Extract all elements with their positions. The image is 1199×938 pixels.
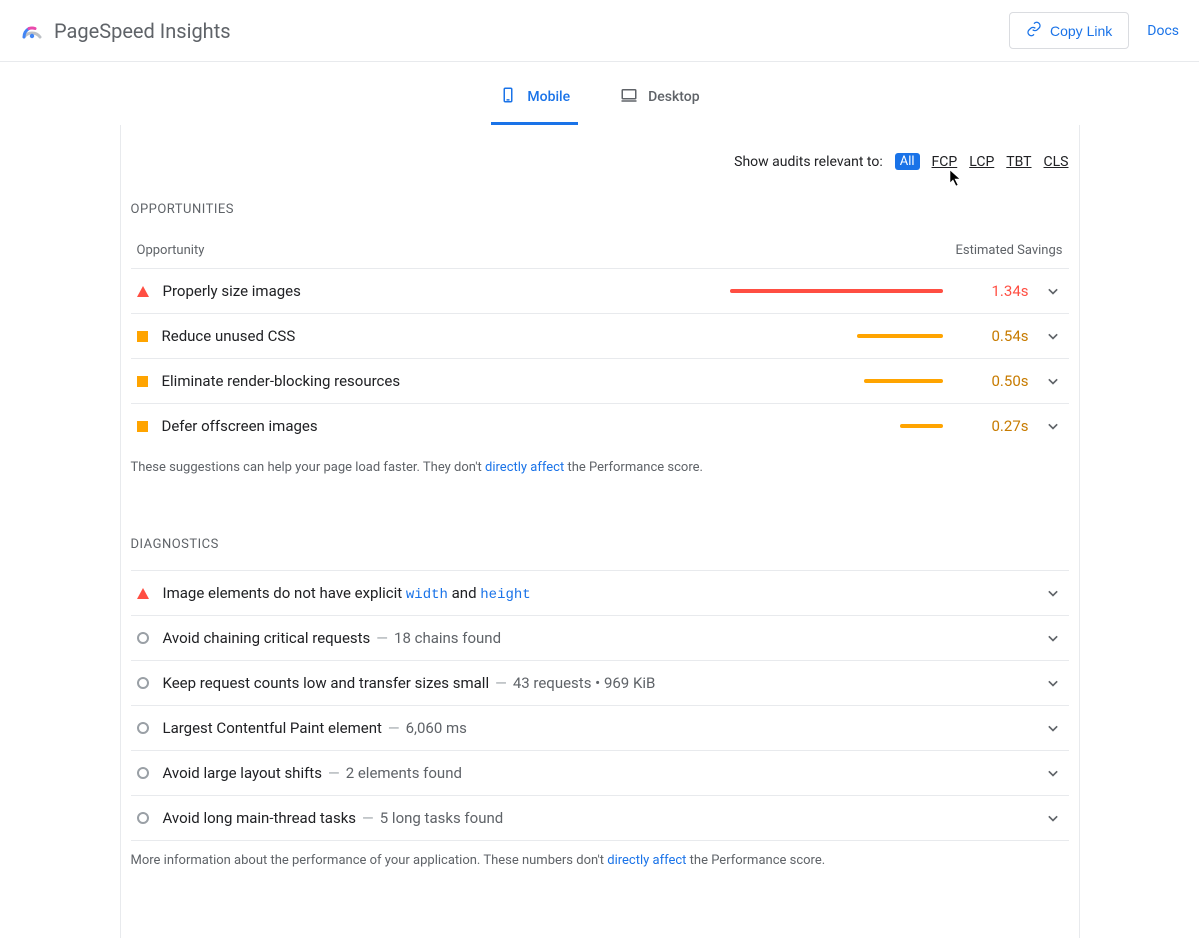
opportunity-row[interactable]: Properly size images 1.34s <box>131 268 1069 313</box>
tab-mobile-label: Mobile <box>527 89 570 105</box>
savings-bar <box>730 379 943 383</box>
circle-icon <box>137 812 149 824</box>
directly-affect-link[interactable]: directly affect <box>607 853 686 868</box>
opportunities-columns: Opportunity Estimated Savings <box>131 225 1069 268</box>
savings-bar <box>730 289 943 293</box>
circle-icon <box>137 677 149 689</box>
opportunity-row[interactable]: Reduce unused CSS 0.54s <box>131 313 1069 358</box>
opportunity-title: Properly size images <box>163 282 716 300</box>
diagnostic-row[interactable]: Avoid chaining critical requests—18 chai… <box>131 615 1069 660</box>
chevron-down-icon[interactable] <box>1043 763 1063 783</box>
chevron-down-icon[interactable] <box>1043 673 1063 693</box>
chevron-down-icon[interactable] <box>1043 281 1063 301</box>
filter-tbt[interactable]: TBT <box>1006 154 1031 170</box>
diagnostic-row[interactable]: Largest Contentful Paint element—6,060 m… <box>131 705 1069 750</box>
diagnostic-row[interactable]: Avoid long main-thread tasks—5 long task… <box>131 795 1069 841</box>
savings-bar <box>730 424 943 428</box>
savings-value: 1.34s <box>977 282 1029 300</box>
code-height: height <box>480 587 530 603</box>
app-name: PageSpeed Insights <box>54 19 231 43</box>
chevron-down-icon[interactable] <box>1043 628 1063 648</box>
circle-icon <box>137 722 149 734</box>
report-container: Show audits relevant to: All FCP LCP TBT… <box>120 125 1080 938</box>
chevron-down-icon[interactable] <box>1043 808 1063 828</box>
diagnostic-title: Keep request counts low and transfer siz… <box>163 674 1029 692</box>
copy-link-button[interactable]: Copy Link <box>1009 12 1129 49</box>
square-icon <box>137 376 148 387</box>
device-tabs: Mobile Desktop <box>0 62 1199 125</box>
diagnostic-row[interactable]: Keep request counts low and transfer siz… <box>131 660 1069 705</box>
filter-label: Show audits relevant to: <box>734 154 883 170</box>
code-width: width <box>406 587 448 603</box>
filter-lcp[interactable]: LCP <box>969 154 994 170</box>
savings-bar <box>730 334 943 338</box>
copy-link-label: Copy Link <box>1050 23 1112 39</box>
savings-value: 0.27s <box>977 417 1029 435</box>
circle-icon <box>137 767 149 779</box>
filter-all[interactable]: All <box>895 153 920 170</box>
tab-desktop[interactable]: Desktop <box>612 78 707 125</box>
logo-area: PageSpeed Insights <box>20 19 231 43</box>
header-actions: Copy Link Docs <box>1009 12 1179 49</box>
opportunities-heading: OPPORTUNITIES <box>131 190 1069 225</box>
square-icon <box>137 421 148 432</box>
circle-icon <box>137 632 149 644</box>
savings-value: 0.50s <box>977 372 1029 390</box>
directly-affect-link[interactable]: directly affect <box>485 460 564 475</box>
opportunity-row[interactable]: Defer offscreen images 0.27s <box>131 403 1069 448</box>
col-opportunity: Opportunity <box>137 243 205 258</box>
opportunity-title: Eliminate render-blocking resources <box>162 372 716 390</box>
link-icon <box>1026 21 1042 40</box>
diagnostic-row[interactable]: Image elements do not have explicit widt… <box>131 570 1069 615</box>
diagnostic-title: Image elements do not have explicit widt… <box>163 584 1029 603</box>
chevron-down-icon[interactable] <box>1043 718 1063 738</box>
col-savings: Estimated Savings <box>955 243 1062 258</box>
tab-mobile[interactable]: Mobile <box>491 78 578 125</box>
chevron-down-icon[interactable] <box>1043 583 1063 603</box>
opportunity-title: Defer offscreen images <box>162 417 716 435</box>
desktop-icon <box>620 86 638 108</box>
triangle-icon <box>137 286 149 297</box>
diagnostic-title: Avoid long main-thread tasks—5 long task… <box>163 809 1029 827</box>
chevron-down-icon[interactable] <box>1043 371 1063 391</box>
mobile-icon <box>499 86 517 108</box>
tab-desktop-label: Desktop <box>648 89 699 105</box>
triangle-icon <box>137 588 149 599</box>
cursor-icon <box>949 169 963 187</box>
filter-cls[interactable]: CLS <box>1044 154 1069 170</box>
header: PageSpeed Insights Copy Link Docs <box>0 0 1199 62</box>
diagnostics-heading: DIAGNOSTICS <box>131 525 1069 560</box>
chevron-down-icon[interactable] <box>1043 326 1063 346</box>
docs-link[interactable]: Docs <box>1147 23 1179 39</box>
opportunities-footnote: These suggestions can help your page loa… <box>131 448 1069 505</box>
pagespeed-logo-icon <box>20 19 44 43</box>
diagnostic-title: Largest Contentful Paint element—6,060 m… <box>163 719 1029 737</box>
audit-filter-row: Show audits relevant to: All FCP LCP TBT… <box>131 125 1069 190</box>
square-icon <box>137 331 148 342</box>
opportunity-title: Reduce unused CSS <box>162 327 716 345</box>
opportunity-row[interactable]: Eliminate render-blocking resources 0.50… <box>131 358 1069 403</box>
diagnostic-title: Avoid large layout shifts—2 elements fou… <box>163 764 1029 782</box>
diagnostic-title: Avoid chaining critical requests—18 chai… <box>163 629 1029 647</box>
diagnostic-row[interactable]: Avoid large layout shifts—2 elements fou… <box>131 750 1069 795</box>
diagnostics-footnote: More information about the performance o… <box>131 841 1069 898</box>
savings-value: 0.54s <box>977 327 1029 345</box>
filter-fcp[interactable]: FCP <box>932 154 958 170</box>
chevron-down-icon[interactable] <box>1043 416 1063 436</box>
